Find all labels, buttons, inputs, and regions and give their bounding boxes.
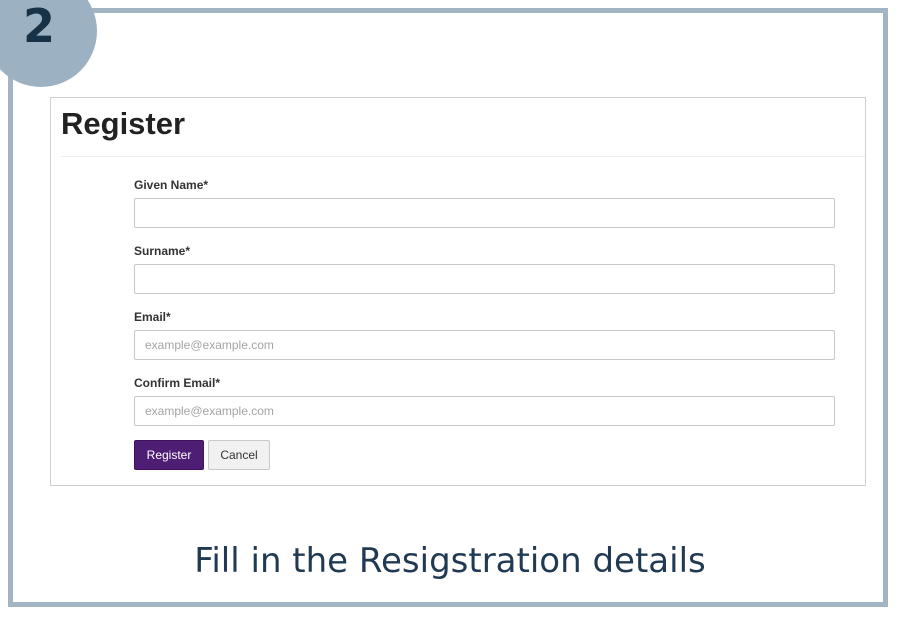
surname-label: Surname* <box>134 244 191 258</box>
given-name-label: Given Name* <box>134 178 209 192</box>
form-title: Register <box>61 106 186 141</box>
title-divider <box>61 156 865 157</box>
register-button[interactable]: Register <box>134 440 204 470</box>
confirm-email-label: Confirm Email* <box>134 376 221 390</box>
cancel-button[interactable]: Cancel <box>208 440 270 470</box>
step-number: 2 <box>23 0 56 53</box>
step-badge: 2 <box>0 0 97 87</box>
email-input[interactable] <box>134 330 835 360</box>
surname-input[interactable] <box>134 264 835 294</box>
given-name-input[interactable] <box>134 198 835 228</box>
email-label: Email* <box>134 310 171 324</box>
register-form-card: Register Given Name* Surname* Email* Con… <box>50 97 866 486</box>
instruction-caption: Fill in the Resigstration details <box>194 541 706 581</box>
confirm-email-input[interactable] <box>134 396 835 426</box>
